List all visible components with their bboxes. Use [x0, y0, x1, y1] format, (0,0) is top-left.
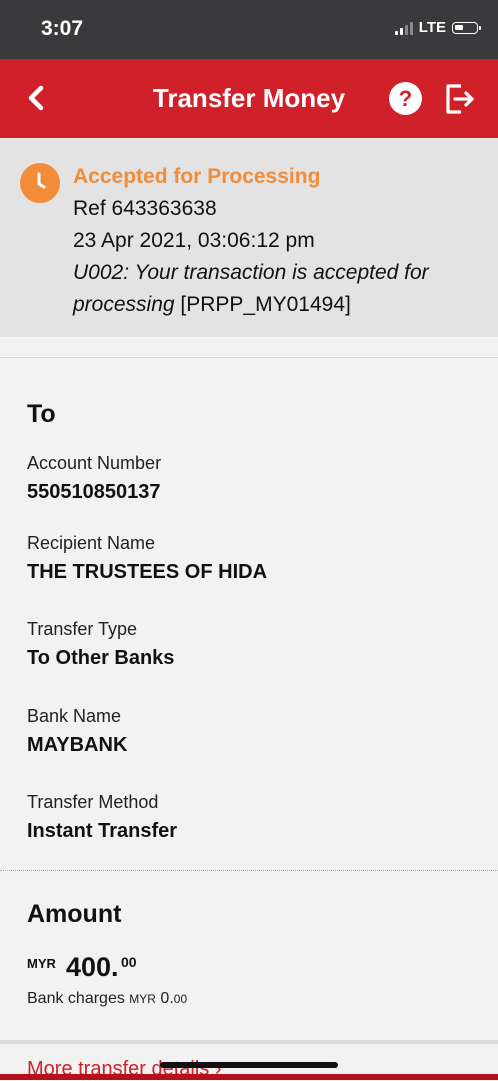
field-value: MAYBANK [27, 734, 128, 756]
status-note-line-1: U002: Your transaction is accepted for [73, 261, 429, 284]
status-note-line-2: processing [PRPP_MY01494] [73, 289, 483, 321]
home-indicator[interactable] [160, 1062, 338, 1068]
bank-charges-cents: 00 [173, 992, 188, 1006]
field-bank-name: Bank Name MAYBANK [27, 706, 127, 757]
field-account-number: Account Number 550510850137 [27, 453, 161, 504]
field-value: 550510850137 [27, 481, 161, 503]
transaction-datetime: 23 Apr 2021, 03:06:12 pm [73, 229, 315, 252]
reference-number: Ref 643363638 [73, 197, 217, 220]
bank-charges-currency: MYR [129, 992, 156, 1006]
logout-button[interactable] [444, 82, 476, 116]
network-type: LTE [418, 19, 446, 36]
divider [0, 1040, 498, 1044]
field-label: Account Number [27, 453, 162, 473]
banner-text: Accepted for Processing Ref 643363638 23… [73, 161, 483, 321]
divider [0, 357, 498, 358]
signal-icon [394, 21, 413, 35]
bottom-bar [0, 1074, 498, 1080]
recipient-section: To Account Number 550510850137 Recipient… [27, 400, 477, 842]
status-indicators: LTE [394, 19, 481, 36]
amount-cents: 00 [121, 954, 137, 970]
battery-icon [452, 21, 481, 34]
field-transfer-type: Transfer Type To Other Banks [27, 619, 174, 670]
field-label: Transfer Type [27, 619, 138, 639]
amount-heading: Amount [27, 900, 122, 928]
bank-charges-label: Bank charges [27, 990, 125, 1007]
help-button[interactable]: ? [389, 82, 422, 115]
field-label: Transfer Method [27, 792, 159, 812]
amount-currency: MYR [27, 956, 56, 971]
to-heading: To [27, 400, 56, 428]
field-transfer-method: Transfer Method Instant Transfer [27, 792, 177, 843]
status-banner: Accepted for Processing Ref 643363638 23… [0, 138, 498, 337]
transaction-status: Accepted for Processing [73, 165, 321, 188]
divider [0, 870, 498, 871]
field-recipient-name: Recipient Name THE TRUSTEES OF HIDA [27, 533, 267, 584]
field-label: Bank Name [27, 706, 122, 726]
status-code: [PRPP_MY01494] [180, 293, 351, 316]
field-value: THE TRUSTEES OF HIDA [27, 561, 268, 583]
status-note-processing: processing [73, 293, 175, 316]
help-icon: ? [398, 86, 413, 111]
clock-icon [20, 163, 60, 203]
bank-charges-value: 0. [160, 990, 174, 1007]
field-value: Instant Transfer [27, 820, 178, 842]
amount-section: Amount MYR 400. 00 Bank charges MYR 0.00 [27, 900, 477, 1007]
bank-charges: Bank charges MYR 0.00 [27, 990, 187, 1008]
amount-value: 400. [66, 952, 119, 982]
app-header: Transfer Money ? [0, 59, 498, 138]
field-value: To Other Banks [27, 647, 175, 669]
logout-icon [446, 84, 474, 114]
field-label: Recipient Name [27, 533, 156, 553]
status-bar: 3:07 LTE [0, 0, 498, 59]
page-title: Transfer Money [152, 83, 346, 113]
status-time: 3:07 [41, 17, 84, 40]
